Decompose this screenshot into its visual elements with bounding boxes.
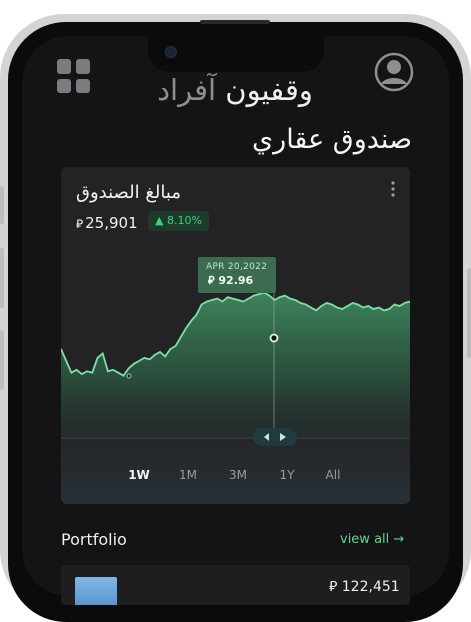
chevron-left-icon	[264, 433, 269, 441]
chart-tooltip: APR 20,2022 ⃁ 92.96	[198, 257, 276, 293]
range-tab-1y[interactable]: 1Y	[280, 465, 295, 485]
tooltip-amount: 92.96	[218, 274, 254, 287]
app-title-primary: وقفيون	[225, 73, 313, 107]
grid-icon-cell	[76, 78, 90, 93]
portfolio-thumbnail	[75, 577, 117, 605]
range-tab-1w[interactable]: 1W	[128, 465, 150, 485]
front-camera	[165, 46, 177, 58]
tooltip-date: APR 20,2022	[206, 262, 268, 272]
side-button-mute	[0, 186, 4, 224]
grid-icon-cell	[76, 59, 90, 74]
app-title: وقفيون آفراد	[110, 70, 360, 110]
grid-icon-cell	[57, 78, 71, 93]
tooltip-currency: ⃁	[208, 274, 215, 287]
range-tabs: 1W 1M 3M 1Y All	[61, 465, 410, 485]
chevron-right-icon	[280, 433, 286, 441]
profile-icon[interactable]	[374, 52, 414, 92]
range-tab-3m[interactable]: 3M	[229, 465, 247, 485]
chart-highlight-point	[269, 333, 279, 343]
side-button-volume-down	[0, 330, 4, 390]
tooltip-value: ⃁ 92.96	[208, 274, 253, 288]
change-badge: ▲ 8.10%	[148, 211, 209, 231]
app-title-secondary: آفراد	[157, 73, 217, 107]
range-tab-1m[interactable]: 1M	[179, 465, 197, 485]
side-button-power	[467, 268, 471, 358]
portfolio-item[interactable]: ⃁ 122,451	[61, 565, 410, 605]
side-button-volume-up	[0, 248, 4, 308]
chart-scroll-handle[interactable]	[253, 428, 297, 446]
currency-symbol: ⃁	[76, 217, 84, 231]
page-heading: صندوق عقاري	[252, 124, 412, 155]
grid-icon-cell	[57, 59, 71, 74]
fund-label: مبالغ الصندوق	[76, 182, 181, 203]
range-tab-all[interactable]: All	[326, 465, 341, 485]
more-vertical-icon[interactable]	[389, 180, 397, 198]
fund-amount-value: 25,901	[85, 214, 138, 232]
portfolio-title: Portfolio	[61, 530, 127, 549]
view-all-link[interactable]: view all →	[340, 529, 404, 551]
portfolio-item-value: ⃁ 122,451	[329, 579, 400, 595]
grid-icon[interactable]	[57, 59, 91, 93]
chart-low-marker	[126, 373, 132, 379]
fund-amount: ⃁ 25,901	[76, 213, 138, 234]
chart-area-fill	[61, 292, 410, 438]
speaker-grille	[200, 20, 270, 24]
